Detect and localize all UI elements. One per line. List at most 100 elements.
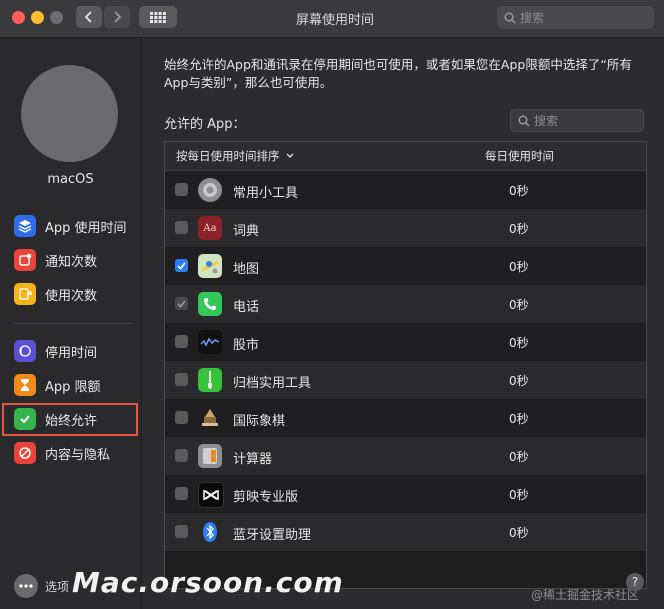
allow-checkbox[interactable]	[175, 335, 188, 348]
allow-checkbox[interactable]	[175, 411, 188, 424]
table-row: 电话 0秒	[165, 285, 646, 323]
sort-by-usage-header[interactable]: 按每日使用时间排序	[176, 148, 294, 164]
chevron-right-icon	[114, 11, 122, 23]
column-header-time: 每日使用时间	[485, 149, 554, 163]
sidebar-item-app-limits[interactable]: App 限额	[14, 370, 139, 400]
chevron-left-icon	[84, 11, 92, 23]
screen-time-window: 屏幕使用时间 搜索 macOS App 使用时间 通知次数 使用次数 停用时间 …	[0, 0, 664, 609]
app-name: 电话	[233, 300, 260, 315]
table-header: 按每日使用时间排序 每日使用时间	[165, 142, 646, 171]
back-button[interactable]	[76, 6, 102, 28]
allowed-apps-table: 按每日使用时间排序 每日使用时间 常用小工具 0秒 Aa 词典 0秒 地图 0秒…	[164, 141, 647, 589]
options-button[interactable]	[14, 574, 38, 598]
description-text: 始终允许的App和通讯录在停用期间也可使用，或者如果您在App限额中选择了“所有…	[164, 57, 632, 90]
checkmark-icon	[177, 299, 186, 308]
allow-checkbox	[175, 297, 188, 310]
sidebar-item-pickups[interactable]: 使用次数	[14, 279, 139, 309]
allow-checkbox[interactable]	[175, 221, 188, 234]
checkmark-icon	[177, 261, 186, 270]
sidebar-item-notifications[interactable]: 通知次数	[14, 245, 139, 275]
app-usage-time: 0秒	[509, 222, 529, 236]
table-row: 地图 0秒	[165, 247, 646, 285]
column-header-name: 按每日使用时间排序	[176, 149, 280, 163]
selection-highlight-frame	[2, 403, 138, 436]
app-name: 归档实用工具	[233, 376, 312, 391]
app-usage-time: 0秒	[509, 526, 529, 540]
window-title: 屏幕使用时间	[295, 13, 374, 28]
table-row: 常用小工具 0秒	[165, 171, 646, 209]
app-name: 词典	[233, 224, 260, 239]
layers-icon	[14, 215, 36, 237]
dictionary-icon: Aa	[198, 216, 222, 240]
capcut-icon	[198, 482, 224, 508]
sidebar-divider	[14, 323, 132, 324]
minimize-window-button[interactable]	[31, 11, 44, 24]
show-all-preferences-button[interactable]	[139, 6, 177, 28]
search-icon	[504, 12, 516, 23]
table-row: Aa 词典 0秒	[165, 209, 646, 247]
app-name: 地图	[233, 262, 260, 277]
allow-checkbox[interactable]	[175, 373, 188, 386]
options-label: 选项	[45, 580, 70, 594]
close-window-button[interactable]	[12, 11, 25, 24]
allow-checkbox[interactable]	[175, 259, 188, 272]
notification-icon	[14, 249, 36, 271]
sidebar-item-label: 通知次数	[45, 254, 98, 270]
app-usage-time: 0秒	[509, 184, 529, 198]
app-usage-time: 0秒	[509, 336, 529, 350]
ellipsis-icon	[19, 584, 33, 588]
sidebar-item-label: App 限额	[45, 379, 101, 395]
bluetooth-icon	[198, 520, 222, 544]
sidebar-item-label: 停用时间	[45, 345, 98, 361]
sidebar-item-content-privacy[interactable]: 内容与隐私	[14, 438, 139, 468]
app-usage-time: 0秒	[509, 488, 529, 502]
allow-checkbox[interactable]	[175, 183, 188, 196]
maps-icon	[198, 254, 222, 278]
sidebar-item-downtime[interactable]: 停用时间	[14, 336, 139, 366]
app-name: 常用小工具	[233, 186, 299, 201]
app-name: 股市	[233, 338, 260, 353]
main-panel: 始终允许的App和通讯录在停用期间也可使用，或者如果您在App限额中选择了“所有…	[142, 38, 664, 609]
watermark-text: Mac.orsoon.com	[72, 566, 344, 599]
app-name: 国际象棋	[233, 414, 286, 429]
app-usage-time: 0秒	[509, 298, 529, 312]
user-avatar	[21, 65, 118, 162]
hourglass-icon	[14, 374, 36, 396]
search-icon	[518, 115, 530, 126]
app-name: 计算器	[233, 452, 273, 467]
preferences-search-field[interactable]: 搜索	[497, 6, 654, 29]
table-row: 归档实用工具 0秒	[165, 361, 646, 399]
archive-icon	[198, 368, 222, 392]
search-placeholder: 搜索	[534, 114, 559, 128]
phone-icon	[198, 292, 222, 316]
grid-icon	[150, 11, 166, 23]
title-bar: 屏幕使用时间 搜索	[0, 0, 664, 38]
allow-checkbox[interactable]	[175, 525, 188, 538]
table-row: 股市 0秒	[165, 323, 646, 361]
no-entry-icon	[14, 442, 36, 464]
sidebar-item-label: 内容与隐私	[45, 447, 111, 463]
calculator-icon	[198, 444, 222, 468]
sidebar: macOS App 使用时间 通知次数 使用次数 停用时间 App 限额 始终允…	[0, 38, 142, 609]
table-row: 蓝牙设置助理 0秒	[165, 513, 646, 551]
pickup-arrow-icon	[14, 283, 36, 305]
table-row: 计算器 0秒	[165, 437, 646, 475]
sidebar-item-label: 使用次数	[45, 288, 98, 304]
downtime-moon-icon	[14, 340, 36, 362]
app-usage-time: 0秒	[509, 450, 529, 464]
zoom-window-button[interactable]	[50, 11, 63, 24]
allow-checkbox[interactable]	[175, 449, 188, 462]
allow-checkbox[interactable]	[175, 487, 188, 500]
stocks-icon	[198, 330, 222, 354]
app-name: 蓝牙设置助理	[233, 528, 312, 543]
help-button[interactable]: ?	[626, 573, 644, 591]
app-usage-time: 0秒	[509, 374, 529, 388]
forward-button[interactable]	[104, 6, 130, 28]
chevron-down-icon	[286, 153, 293, 158]
sidebar-item-app-usage[interactable]: App 使用时间	[14, 211, 139, 241]
app-search-field[interactable]: 搜索	[510, 109, 644, 132]
search-placeholder: 搜索	[520, 11, 545, 25]
table-row: 国际象棋 0秒	[165, 399, 646, 437]
app-usage-time: 0秒	[509, 412, 529, 426]
table-row: 剪映专业版 0秒	[165, 475, 646, 513]
